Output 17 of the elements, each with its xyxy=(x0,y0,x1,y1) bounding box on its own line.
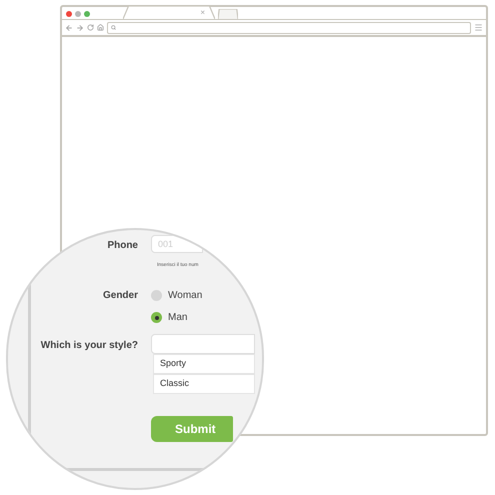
radio-label: Woman xyxy=(168,290,202,302)
menu-icon[interactable] xyxy=(474,23,483,32)
style-field[interactable] xyxy=(151,334,255,354)
new-tab-button[interactable] xyxy=(218,9,238,19)
forward-icon[interactable] xyxy=(76,24,84,32)
gender-label: Gender xyxy=(102,290,139,302)
radio-button[interactable] xyxy=(151,312,162,323)
reload-icon[interactable] xyxy=(87,24,94,31)
phone-label: Phone xyxy=(106,239,139,253)
home-icon[interactable] xyxy=(97,24,104,31)
style-option[interactable]: Classic xyxy=(153,374,255,394)
back-icon[interactable] xyxy=(65,24,73,32)
style-option[interactable]: Sporty xyxy=(153,354,255,374)
radio-label: Man xyxy=(168,312,188,324)
search-icon xyxy=(111,25,116,30)
radio-button[interactable] xyxy=(151,290,162,301)
style-label: Which is your style? xyxy=(40,338,139,352)
